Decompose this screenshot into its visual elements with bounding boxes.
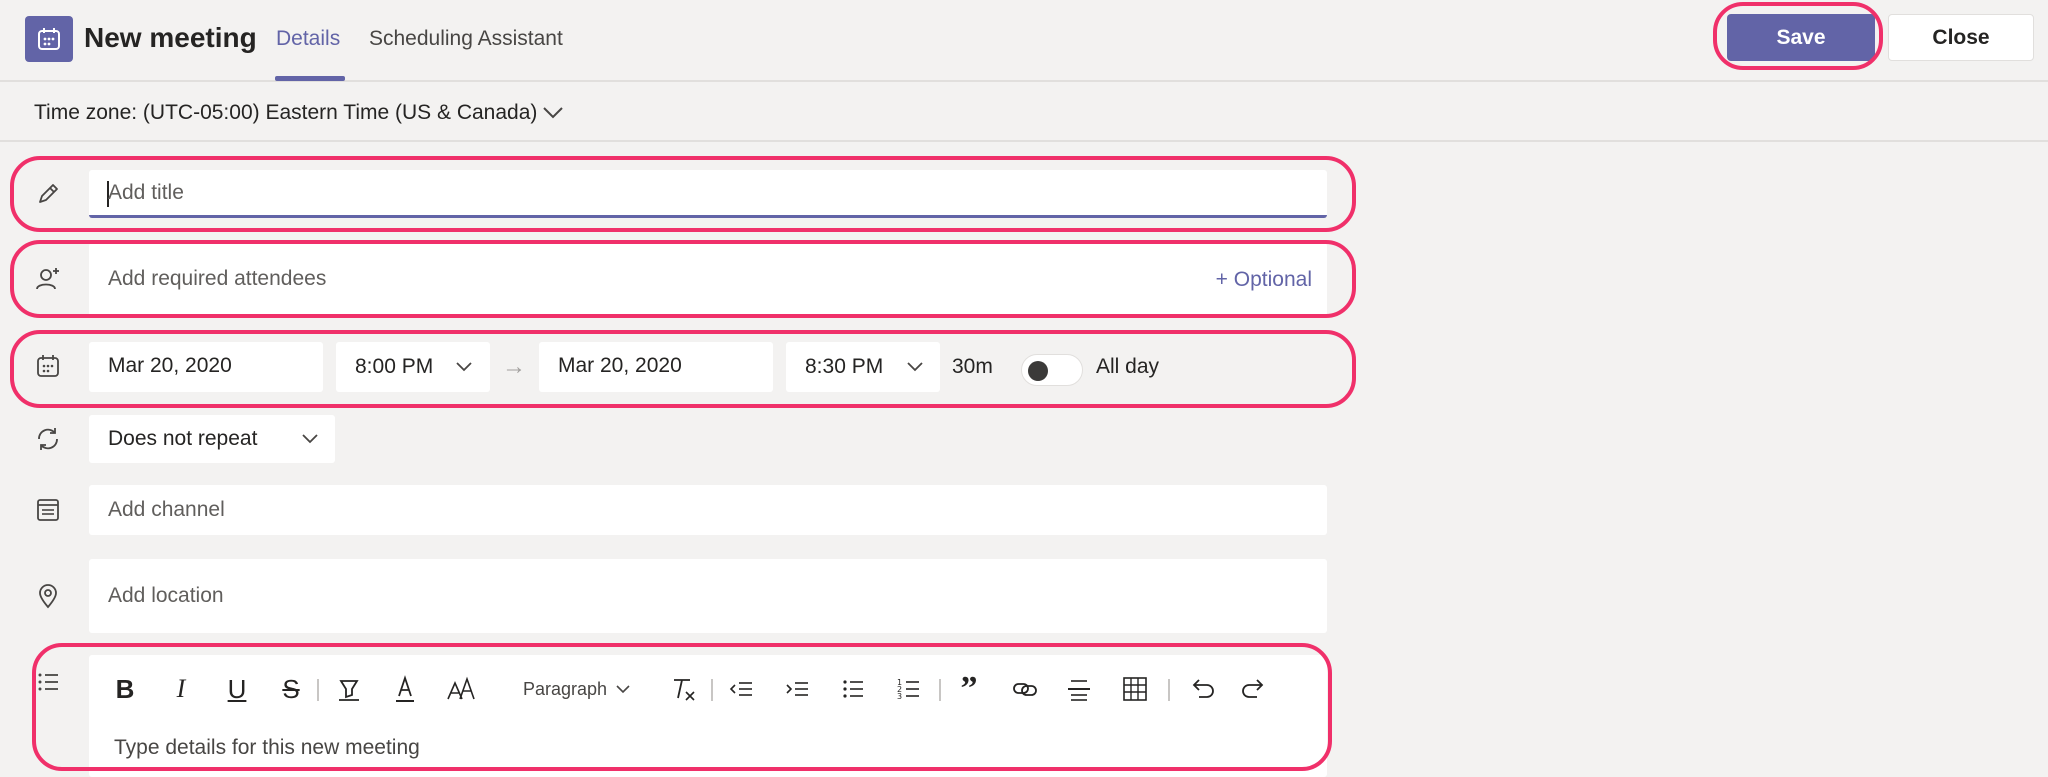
start-time-value: 8:00 PM (355, 355, 434, 378)
duration-label: 30m (952, 355, 993, 378)
close-button[interactable]: Close (1888, 14, 2034, 61)
page-title: New meeting (84, 22, 257, 53)
timezone-bar: Time zone: (UTC-05:00) Eastern Time (US … (0, 84, 2048, 142)
clear-formatting-icon[interactable] (665, 672, 701, 706)
timezone-selector[interactable]: Time zone: (UTC-05:00) Eastern Time (US … (34, 98, 537, 128)
repeat-icon (38, 428, 58, 450)
paragraph-label: Paragraph (522, 678, 608, 699)
details-editor[interactable]: B I U S Paragraph 123 ” Type details for… (89, 655, 1327, 777)
save-button[interactable]: Save (1727, 14, 1875, 61)
link-icon[interactable] (1007, 672, 1043, 706)
list-icon (38, 673, 58, 691)
channel-input[interactable]: Add channel (89, 485, 1327, 535)
decrease-indent-icon[interactable] (723, 672, 759, 706)
tab-scheduling-assistant[interactable]: Scheduling Assistant (369, 24, 563, 54)
quote-icon[interactable]: ” (951, 670, 987, 707)
highlight-icon[interactable] (331, 672, 367, 706)
calendar-app-icon (25, 16, 73, 62)
toolbar-divider (1168, 679, 1170, 701)
allday-toggle[interactable] (1021, 354, 1083, 386)
toolbar-divider (711, 679, 713, 701)
chevron-down-icon (456, 362, 472, 372)
details-placeholder: Type details for this new meeting (114, 736, 420, 759)
toolbar-divider (317, 679, 319, 701)
underline-icon[interactable]: U (219, 672, 255, 706)
increase-indent-icon[interactable] (779, 672, 815, 706)
chevron-down-icon (907, 362, 923, 372)
attendees-input[interactable]: Add required attendees + Optional (89, 243, 1327, 316)
font-color-icon[interactable] (387, 672, 423, 706)
active-tab-indicator (275, 76, 345, 81)
title-placeholder: Add title (108, 181, 184, 204)
bulleted-list-icon[interactable] (835, 672, 871, 706)
start-time-dropdown[interactable]: 8:00 PM (336, 342, 490, 392)
bold-icon[interactable]: B (107, 672, 143, 706)
font-size-icon[interactable] (441, 672, 481, 706)
location-placeholder: Add location (108, 584, 224, 607)
redo-icon[interactable] (1237, 672, 1273, 706)
strikethrough-icon[interactable]: S (273, 672, 309, 706)
numbered-list-icon[interactable]: 123 (891, 672, 927, 706)
start-date-value: Mar 20, 2020 (108, 354, 232, 377)
end-time-value: 8:30 PM (805, 355, 884, 378)
location-input[interactable]: Add location (89, 559, 1327, 633)
undo-icon[interactable] (1183, 672, 1219, 706)
end-date-value: Mar 20, 2020 (558, 354, 682, 377)
toolbar-divider (939, 679, 941, 701)
chevron-down-icon[interactable] (541, 104, 565, 120)
paragraph-style-dropdown[interactable]: Paragraph (517, 672, 637, 706)
end-time-dropdown[interactable]: 8:30 PM (786, 342, 940, 392)
location-pin-icon (39, 584, 57, 609)
end-date-field[interactable]: Mar 20, 2020 (539, 342, 773, 392)
toggle-knob (1028, 361, 1048, 381)
repeat-value: Does not repeat (108, 427, 258, 450)
header-bar: New meeting Details Scheduling Assistant… (0, 0, 2048, 82)
svg-text:3: 3 (897, 692, 902, 701)
calendar-icon (37, 355, 59, 377)
italic-icon[interactable]: I (163, 672, 199, 706)
attendees-placeholder: Add required attendees (108, 267, 327, 290)
add-person-icon (36, 268, 59, 290)
title-input[interactable]: Add title (89, 170, 1327, 218)
tab-details[interactable]: Details (276, 24, 340, 54)
arrow-right-icon: → (502, 353, 526, 380)
horizontal-rule-icon[interactable] (1061, 672, 1097, 706)
repeat-dropdown[interactable]: Does not repeat (89, 415, 335, 463)
start-date-field[interactable]: Mar 20, 2020 (89, 342, 323, 392)
optional-attendees-link[interactable]: + Optional (1216, 265, 1312, 295)
pencil-icon (39, 184, 58, 203)
channel-placeholder: Add channel (108, 498, 225, 521)
chevron-down-icon (302, 434, 318, 444)
channel-icon (37, 499, 59, 521)
allday-label: All day (1096, 355, 1160, 378)
table-icon[interactable] (1117, 672, 1153, 706)
chevron-down-icon (616, 685, 630, 694)
